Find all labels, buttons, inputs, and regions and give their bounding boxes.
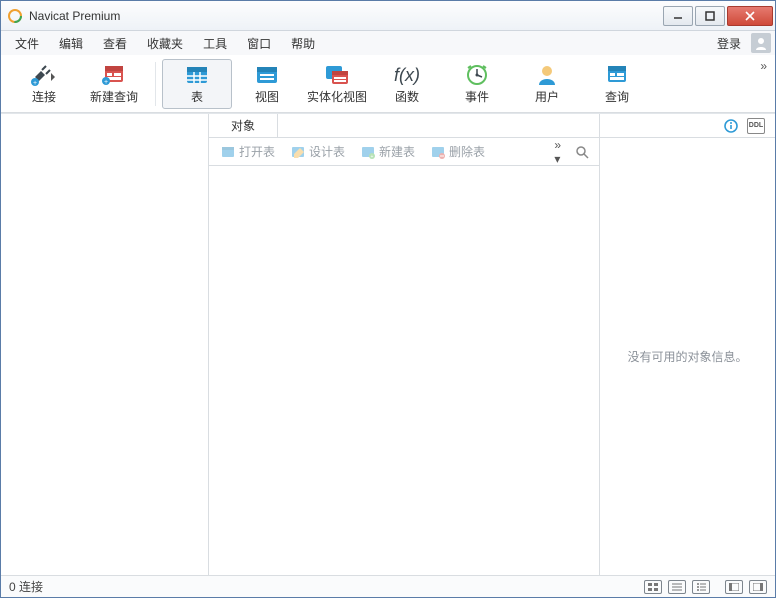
menu-view[interactable]: 查看 — [93, 32, 137, 55]
tool-view-label: 视图 — [255, 88, 279, 105]
tool-query[interactable]: 查询 — [582, 59, 652, 109]
tool-connection[interactable]: + 连接 — [9, 59, 79, 109]
status-connections: 0 连接 — [9, 578, 43, 595]
menu-tools[interactable]: 工具 — [193, 32, 237, 55]
tool-materialized-view-label: 实体化视图 — [307, 88, 367, 105]
new-query-icon: + — [99, 62, 129, 88]
objects-list[interactable] — [209, 166, 599, 575]
query-icon — [602, 62, 632, 88]
open-table-icon — [221, 145, 235, 159]
menu-file[interactable]: 文件 — [5, 32, 49, 55]
view-icon — [252, 62, 282, 88]
statusbar: 0 连接 — [1, 575, 775, 597]
new-table-icon: + — [361, 145, 375, 159]
panel-toggle-group — [722, 580, 767, 594]
plug-icon: + — [29, 62, 59, 88]
app-window: Navicat Premium 文件 编辑 查看 收藏夹 工具 窗口 帮助 登录… — [0, 0, 776, 598]
info-pane-header: DDL — [600, 114, 775, 138]
action-delete-table[interactable]: 删除表 — [425, 141, 491, 162]
tool-user-label: 用户 — [535, 88, 559, 105]
content-area: 对象 打开表 设计表 + 新建表 删除表 — [1, 113, 775, 575]
tab-blank-area — [278, 114, 599, 137]
window-title: Navicat Premium — [29, 9, 661, 23]
object-actions-bar: 打开表 设计表 + 新建表 删除表 »▾ — [209, 138, 599, 166]
view-grid-icon[interactable] — [644, 580, 662, 594]
tool-event[interactable]: 事件 — [442, 59, 512, 109]
user-icon — [532, 62, 562, 88]
action-new-table[interactable]: + 新建表 — [355, 141, 421, 162]
menu-favorites[interactable]: 收藏夹 — [137, 32, 193, 55]
action-design-table[interactable]: 设计表 — [285, 141, 351, 162]
info-empty-text: 没有可用的对象信息。 — [600, 138, 775, 575]
action-open-table[interactable]: 打开表 — [215, 141, 281, 162]
clock-icon — [462, 62, 492, 88]
close-button[interactable] — [727, 6, 773, 26]
search-icon[interactable] — [571, 145, 593, 159]
toolbar-separator — [155, 62, 156, 106]
actions-more-icon[interactable]: »▾ — [548, 138, 567, 166]
tool-new-query-label: 新建查询 — [90, 88, 138, 105]
svg-text:f(x): f(x) — [394, 65, 420, 85]
window-buttons — [661, 6, 773, 26]
titlebar: Navicat Premium — [1, 1, 775, 31]
view-detail-icon[interactable] — [692, 580, 710, 594]
tool-function[interactable]: f(x) 函数 — [372, 59, 442, 109]
tool-user[interactable]: 用户 — [512, 59, 582, 109]
tool-table-label: 表 — [191, 88, 203, 105]
menu-edit[interactable]: 编辑 — [49, 32, 93, 55]
menu-window[interactable]: 窗口 — [237, 32, 281, 55]
menu-help[interactable]: 帮助 — [281, 32, 325, 55]
tool-query-label: 查询 — [605, 88, 629, 105]
main-toolbar: + 连接 + 新建查询 表 视图 实体化视图 — [1, 55, 775, 113]
minimize-button[interactable] — [663, 6, 693, 26]
panel-right-icon[interactable] — [749, 580, 767, 594]
info-pane: DDL 没有可用的对象信息。 — [599, 114, 775, 575]
materialized-view-icon — [322, 62, 352, 88]
tool-view[interactable]: 视图 — [232, 59, 302, 109]
delete-table-icon — [431, 145, 445, 159]
function-icon: f(x) — [392, 62, 422, 88]
tool-new-query[interactable]: + 新建查询 — [79, 59, 149, 109]
toolbar-overflow-icon[interactable]: » — [760, 59, 767, 73]
view-list-icon[interactable] — [668, 580, 686, 594]
svg-text:+: + — [104, 79, 108, 86]
design-table-icon — [291, 145, 305, 159]
panel-left-icon[interactable] — [725, 580, 743, 594]
tool-materialized-view[interactable]: 实体化视图 — [302, 59, 372, 109]
tool-function-label: 函数 — [395, 88, 419, 105]
maximize-button[interactable] — [695, 6, 725, 26]
svg-text:+: + — [371, 154, 374, 159]
tool-event-label: 事件 — [465, 88, 489, 105]
login-link[interactable]: 登录 — [711, 32, 747, 55]
avatar-icon[interactable] — [751, 33, 771, 53]
svg-text:+: + — [33, 80, 37, 87]
main-pane: 对象 打开表 设计表 + 新建表 删除表 — [209, 114, 599, 575]
table-icon — [182, 62, 212, 88]
connections-tree[interactable] — [1, 114, 209, 575]
view-mode-group — [641, 580, 710, 594]
info-icon[interactable] — [723, 118, 739, 134]
menubar: 文件 编辑 查看 收藏夹 工具 窗口 帮助 登录 — [1, 31, 775, 55]
tab-objects[interactable]: 对象 — [209, 114, 278, 137]
ddl-icon[interactable]: DDL — [747, 118, 765, 134]
app-icon — [7, 8, 23, 24]
tool-table[interactable]: 表 — [162, 59, 232, 109]
tool-connection-label: 连接 — [32, 88, 56, 105]
object-tabs: 对象 — [209, 114, 599, 138]
